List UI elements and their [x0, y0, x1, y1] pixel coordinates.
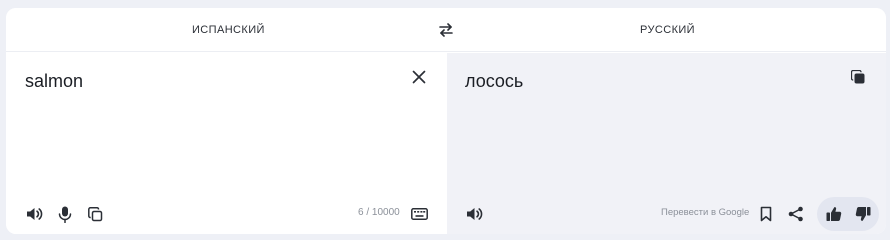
- translation-output: лосось: [465, 71, 524, 91]
- thumbs-up-button[interactable]: [822, 202, 846, 226]
- speaker-icon: [27, 208, 43, 220]
- translation-copy-button[interactable]: [846, 65, 870, 89]
- virtual-keyboard-button[interactable]: [407, 202, 431, 226]
- character-counter: 6 / 10000: [358, 207, 400, 218]
- swap-arrows-icon: [439, 23, 453, 37]
- share-icon: [788, 206, 803, 222]
- translator-widget: ИСПАНСКИЙ РУССКИЙ salmon 6 / 10000 лосос…: [6, 8, 886, 234]
- thumbs-down-button[interactable]: [851, 202, 875, 226]
- source-text-input[interactable]: salmon: [25, 71, 83, 92]
- target-listen-button[interactable]: [463, 202, 487, 226]
- copy-icon: [851, 70, 865, 84]
- close-icon: [412, 70, 426, 84]
- speaker-icon: [467, 208, 483, 220]
- source-listen-button[interactable]: [23, 202, 47, 226]
- source-copy-button[interactable]: [83, 202, 107, 226]
- share-button[interactable]: [784, 202, 808, 226]
- target-pane: лосось Перевести в Google: [447, 53, 886, 234]
- target-language-selector[interactable]: РУССКИЙ: [640, 8, 695, 52]
- thumbs-down-icon: [855, 207, 871, 221]
- translate-in-google-link[interactable]: Перевести в Google: [661, 207, 749, 218]
- bookmark-button[interactable]: [754, 202, 778, 226]
- language-bar: ИСПАНСКИЙ РУССКИЙ: [6, 8, 886, 52]
- swap-languages-button[interactable]: [436, 21, 456, 39]
- clear-button[interactable]: [407, 65, 431, 89]
- voice-input-button[interactable]: [53, 202, 77, 226]
- thumbs-up-icon: [826, 207, 842, 221]
- keyboard-icon: [410, 208, 428, 220]
- source-language-selector[interactable]: ИСПАНСКИЙ: [192, 8, 265, 52]
- source-pane: salmon 6 / 10000: [6, 53, 447, 234]
- copy-icon: [87, 206, 102, 221]
- bookmark-icon: [760, 206, 772, 222]
- microphone-icon: [58, 206, 72, 223]
